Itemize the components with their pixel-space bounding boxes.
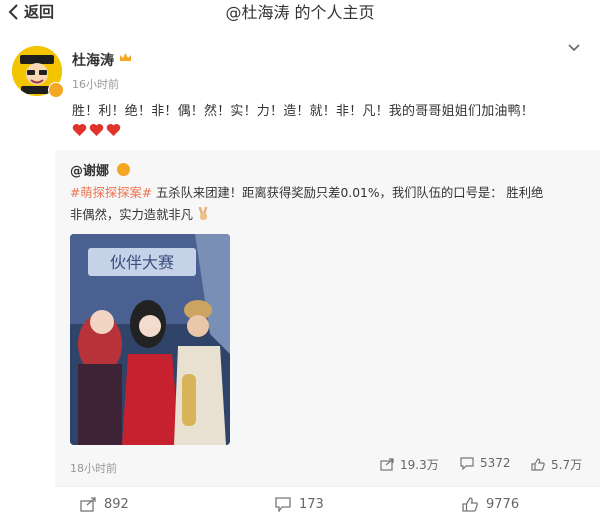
- comment-button[interactable]: 173: [275, 497, 324, 512]
- chevron-down-icon[interactable]: [567, 43, 581, 53]
- verified-badge-icon: [48, 82, 64, 98]
- photo-image: 伙伴大赛: [70, 234, 230, 445]
- comment-count: 173: [299, 497, 324, 512]
- reposted-weibo-card[interactable]: @谢娜 #萌探探探案# 五杀队来团建！距离获得奖励只差0.01%，我们队伍的口号…: [55, 150, 600, 486]
- top-bar: 返回 @杜海涛 的个人主页: [0, 0, 600, 26]
- comment-icon: [460, 456, 474, 470]
- post-text: 胜！利！绝！非！偶！然！实！力！造！就！非！凡！我的哥哥姐姐们加油鸭！: [72, 104, 535, 119]
- repost-author[interactable]: @谢娜: [70, 160, 109, 179]
- like-button[interactable]: 9776: [462, 497, 519, 512]
- repost-text-cont: 非偶然，实力造就非凡: [70, 208, 193, 222]
- repost-text-line2: 非偶然，实力造就非凡: [70, 205, 210, 223]
- repost-text: 五杀队来团建！距离获得奖励只差0.01%，我们队伍的口号是： 胜利绝: [152, 186, 544, 200]
- repost-like-button[interactable]: 5.7万: [531, 456, 582, 473]
- victory-hand-icon: [198, 206, 208, 220]
- comment-icon: [275, 497, 291, 512]
- post-photo[interactable]: 伙伴大赛: [70, 234, 230, 445]
- heart-icon: [89, 124, 104, 136]
- hashtag-link[interactable]: #萌探探探案#: [70, 186, 152, 200]
- crown-icon: [120, 53, 131, 61]
- page-title: @杜海涛 的个人主页: [225, 3, 375, 22]
- heart-icon: [72, 124, 87, 136]
- repost-forward-button[interactable]: 19.3万: [380, 456, 439, 473]
- photo-sign-text: 伙伴大赛: [110, 253, 174, 272]
- repost-like-count: 5.7万: [551, 458, 583, 472]
- repost-time[interactable]: 18小时前: [70, 460, 117, 476]
- verified-badge-icon: [117, 163, 130, 176]
- author-name[interactable]: 杜海涛: [72, 50, 114, 70]
- heart-icon: [106, 124, 121, 136]
- thumbs-up-icon: [531, 458, 545, 471]
- forward-icon: [380, 458, 394, 471]
- forward-button[interactable]: 892: [80, 497, 129, 512]
- forward-icon: [80, 497, 96, 512]
- repost-text-line1: #萌探探探案# 五杀队来团建！距离获得奖励只差0.01%，我们队伍的口号是： 胜…: [70, 183, 590, 201]
- forward-count: 892: [104, 497, 129, 512]
- action-divider: [55, 486, 600, 487]
- repost-comment-button[interactable]: 5372: [460, 456, 511, 470]
- repost-forward-count: 19.3万: [400, 458, 439, 472]
- repost-comment-count: 5372: [480, 456, 511, 470]
- thumbs-up-icon: [462, 497, 478, 512]
- like-count: 9776: [486, 497, 520, 512]
- post-time[interactable]: 16小时前: [72, 76, 119, 92]
- heart-emoji-row: [72, 123, 121, 137]
